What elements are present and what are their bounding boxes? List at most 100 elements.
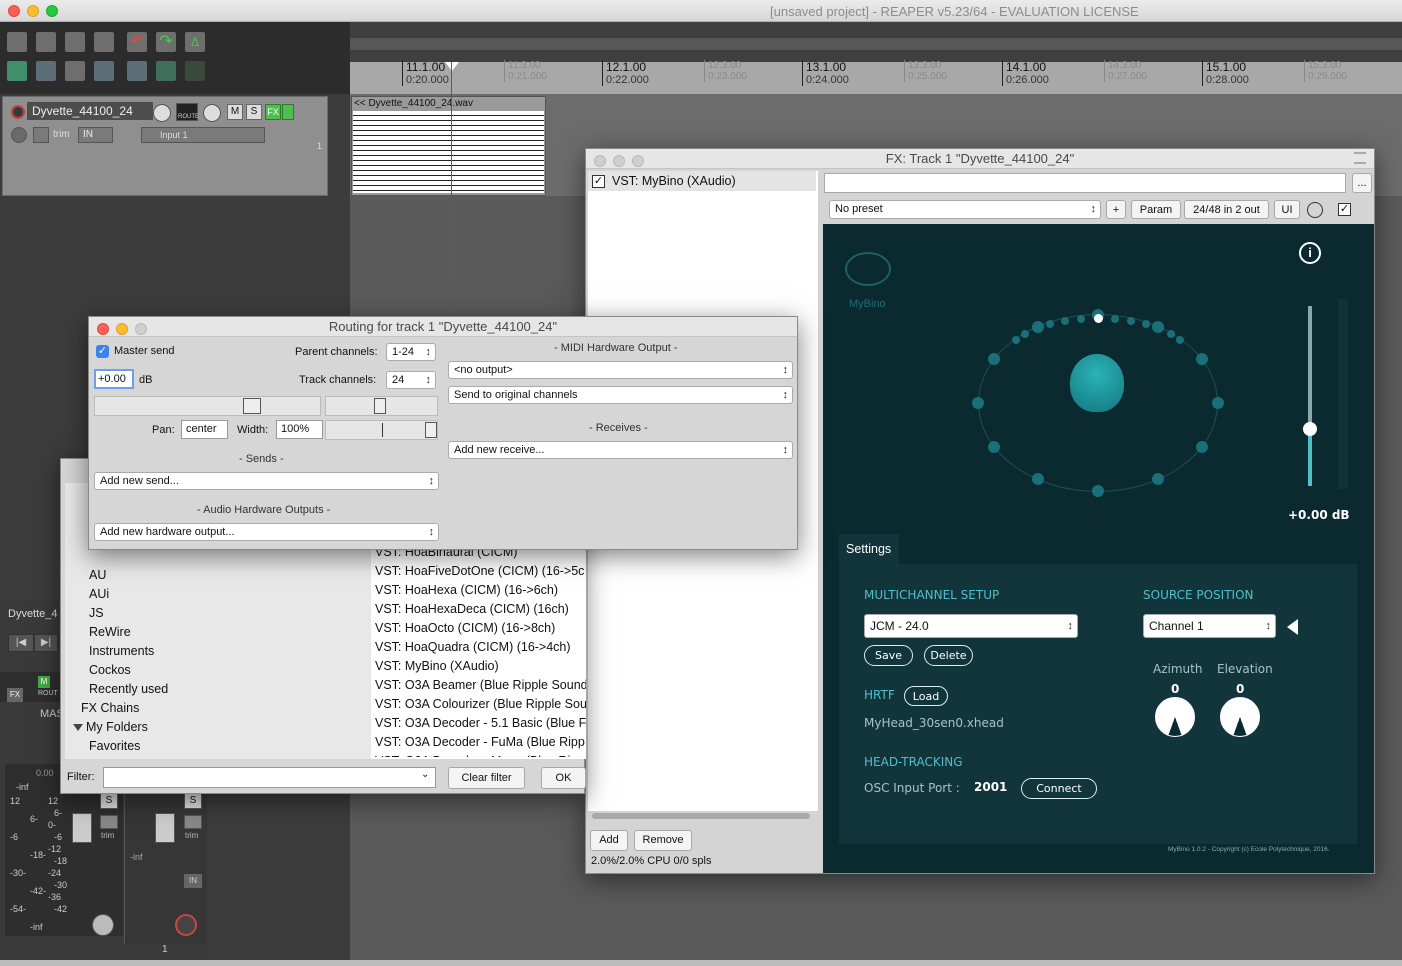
wet-knob-icon[interactable] (1307, 202, 1323, 218)
grid-snap-icon[interactable] (6, 60, 28, 82)
load-hrtf-button[interactable]: Load (904, 686, 948, 706)
parent-channels-select[interactable]: 1-24 (386, 343, 436, 361)
lock-icon[interactable] (184, 60, 206, 82)
loop-icon[interactable] (155, 60, 177, 82)
speaker-dot[interactable] (1195, 441, 1208, 453)
plugin-item[interactable]: VST: O3A Beamer (Blue Ripple Sound (375, 676, 586, 695)
more-options-button[interactable]: ... (1352, 173, 1372, 193)
save-project-icon[interactable] (64, 31, 86, 53)
fx-list-scrollbar[interactable] (592, 813, 810, 819)
category-item[interactable]: Recently used (73, 680, 363, 699)
fx-chain-item[interactable]: ✓ VST: MyBino (XAudio) (588, 171, 816, 191)
filter-dropdown-icon[interactable]: ⌄ (421, 769, 429, 780)
plugin-item[interactable]: VST: O3A Decoder - 5.1 Basic (Blue F (375, 714, 586, 733)
track-name[interactable]: Dyvette_44100_24 (27, 102, 153, 120)
fx-search-field[interactable] (824, 173, 1346, 193)
loop-strip[interactable] (350, 38, 1402, 50)
expand-triangle-icon[interactable] (73, 724, 83, 731)
category-item[interactable]: AU (73, 566, 363, 585)
master-rout-label[interactable]: ROUT (38, 690, 58, 697)
elevation-dial-icon[interactable] (1220, 697, 1260, 737)
azimuth-dial-icon[interactable] (1155, 697, 1195, 737)
master-settings-icon[interactable] (92, 914, 114, 936)
settings-tab[interactable]: Settings (839, 534, 899, 564)
connect-button[interactable]: Connect (1021, 778, 1097, 799)
speaker-dot[interactable] (1175, 335, 1184, 344)
volume-input[interactable]: +0.00 (94, 369, 134, 389)
trim-button-master[interactable] (100, 815, 118, 829)
track-fader-knob[interactable] (155, 813, 175, 843)
minimize-icon[interactable] (613, 155, 625, 167)
speaker-dot[interactable] (1077, 314, 1086, 323)
speaker-dot[interactable] (988, 353, 1001, 365)
pan-slider[interactable] (325, 396, 438, 416)
playhead-marker-icon[interactable] (445, 62, 459, 71)
speaker-dot[interactable] (1110, 314, 1119, 323)
track-control-panel[interactable]: Dyvette_44100_24 ROUTE M S FX trim IN In… (2, 96, 328, 196)
envelope-button-icon[interactable] (33, 127, 49, 143)
speaker-dot[interactable] (1212, 397, 1224, 409)
master-send-checkbox[interactable]: ✓ (96, 345, 109, 358)
track-record-icon[interactable] (175, 914, 197, 936)
midi-output-select[interactable]: <no output> (448, 361, 793, 379)
input-monitor-button[interactable]: IN (78, 127, 113, 143)
gain-slider-thumb[interactable] (1303, 422, 1317, 436)
plugin-item[interactable]: VST: HoaQuadra (CICM) (16->4ch) (375, 638, 586, 657)
plugin-item[interactable]: VST: HoaOcto (CICM) (16->8ch) (375, 619, 586, 638)
add-hardware-output-select[interactable]: Add new hardware output... (94, 523, 439, 541)
listener-head-icon[interactable] (1070, 354, 1124, 412)
ui-button[interactable]: UI (1274, 200, 1300, 219)
io-button[interactable]: 24/48 in 2 out (1184, 200, 1269, 219)
source-channel-select[interactable]: Channel 1 (1143, 614, 1276, 638)
zoom-icon[interactable] (135, 323, 147, 335)
speaker-dot[interactable] (1045, 319, 1054, 328)
width-slider-thumb[interactable] (425, 422, 437, 438)
undo-icon[interactable]: ↶ (126, 31, 148, 53)
pan-knob-icon[interactable] (203, 104, 221, 122)
delete-button[interactable]: Delete (924, 645, 973, 666)
speaker-dot[interactable] (1061, 316, 1070, 325)
pin-icon[interactable] (1354, 152, 1366, 164)
save-button[interactable]: Save (864, 645, 913, 666)
volume-slider-thumb[interactable] (243, 398, 261, 414)
speaker-dot[interactable] (1142, 319, 1151, 328)
param-button[interactable]: Param (1131, 200, 1181, 219)
speaker-dot[interactable] (1126, 316, 1135, 325)
solo-button-master[interactable]: S (100, 793, 118, 809)
plugin-item[interactable]: VST: O3A Decoder - FuMa (Blue Ripp (375, 733, 586, 752)
category-item[interactable]: FX Chains (73, 699, 363, 718)
category-item[interactable]: Favorites (73, 737, 363, 756)
speaker-dot[interactable] (1155, 324, 1164, 333)
fx-enable-checkbox[interactable]: ✓ (592, 175, 605, 188)
width-input[interactable]: 100% (276, 420, 323, 439)
record-arm-icon[interactable] (11, 105, 25, 119)
zoom-icon[interactable] (632, 155, 644, 167)
speaker-dot[interactable] (1152, 473, 1164, 486)
fx-bypass-icon[interactable] (282, 104, 294, 120)
redo-icon[interactable]: ↷ (155, 31, 177, 53)
new-project-icon[interactable] (6, 31, 28, 53)
auto-crossfade-icon[interactable] (64, 60, 86, 82)
remove-fx-button[interactable]: Remove (634, 830, 692, 851)
ripple-edit-icon[interactable] (35, 60, 57, 82)
phase-icon[interactable] (11, 127, 27, 143)
master-fx-button[interactable]: FX (7, 688, 23, 702)
plugin-item[interactable]: VST: HoaFiveDotOne (CICM) (16->5c (375, 562, 586, 581)
category-item[interactable]: ReWire (73, 623, 363, 642)
metronome-icon[interactable]: Δ (184, 31, 206, 53)
speaker-dot[interactable] (1166, 329, 1175, 338)
speaker-dot[interactable] (1092, 485, 1104, 497)
volume-knob-icon[interactable] (153, 104, 171, 122)
speaker-icon[interactable] (1287, 619, 1298, 635)
timeline-ruler[interactable]: 11.1.00 0:20.000 11.3.00 0:21.000 12.1.00 0:2… (350, 22, 1402, 94)
midi-channels-select[interactable]: Send to original channels (448, 386, 793, 404)
solo-button-track[interactable]: S (184, 793, 202, 809)
solo-button[interactable]: S (246, 104, 262, 120)
prev-track-icon[interactable]: |◀ (8, 634, 34, 652)
plugin-list[interactable]: VST: HoaBinaural (CICM) VST: HoaFiveDotOn… (371, 543, 586, 759)
fx-bypass-checkbox[interactable]: ✓ (1338, 203, 1351, 216)
input-select[interactable]: Input 1 (141, 127, 265, 143)
add-fx-button[interactable]: Add (590, 830, 628, 851)
clear-filter-button[interactable]: Clear filter (448, 767, 525, 789)
plugin-item[interactable]: VST: O3A Colourizer (Blue Ripple Sou (375, 695, 586, 714)
